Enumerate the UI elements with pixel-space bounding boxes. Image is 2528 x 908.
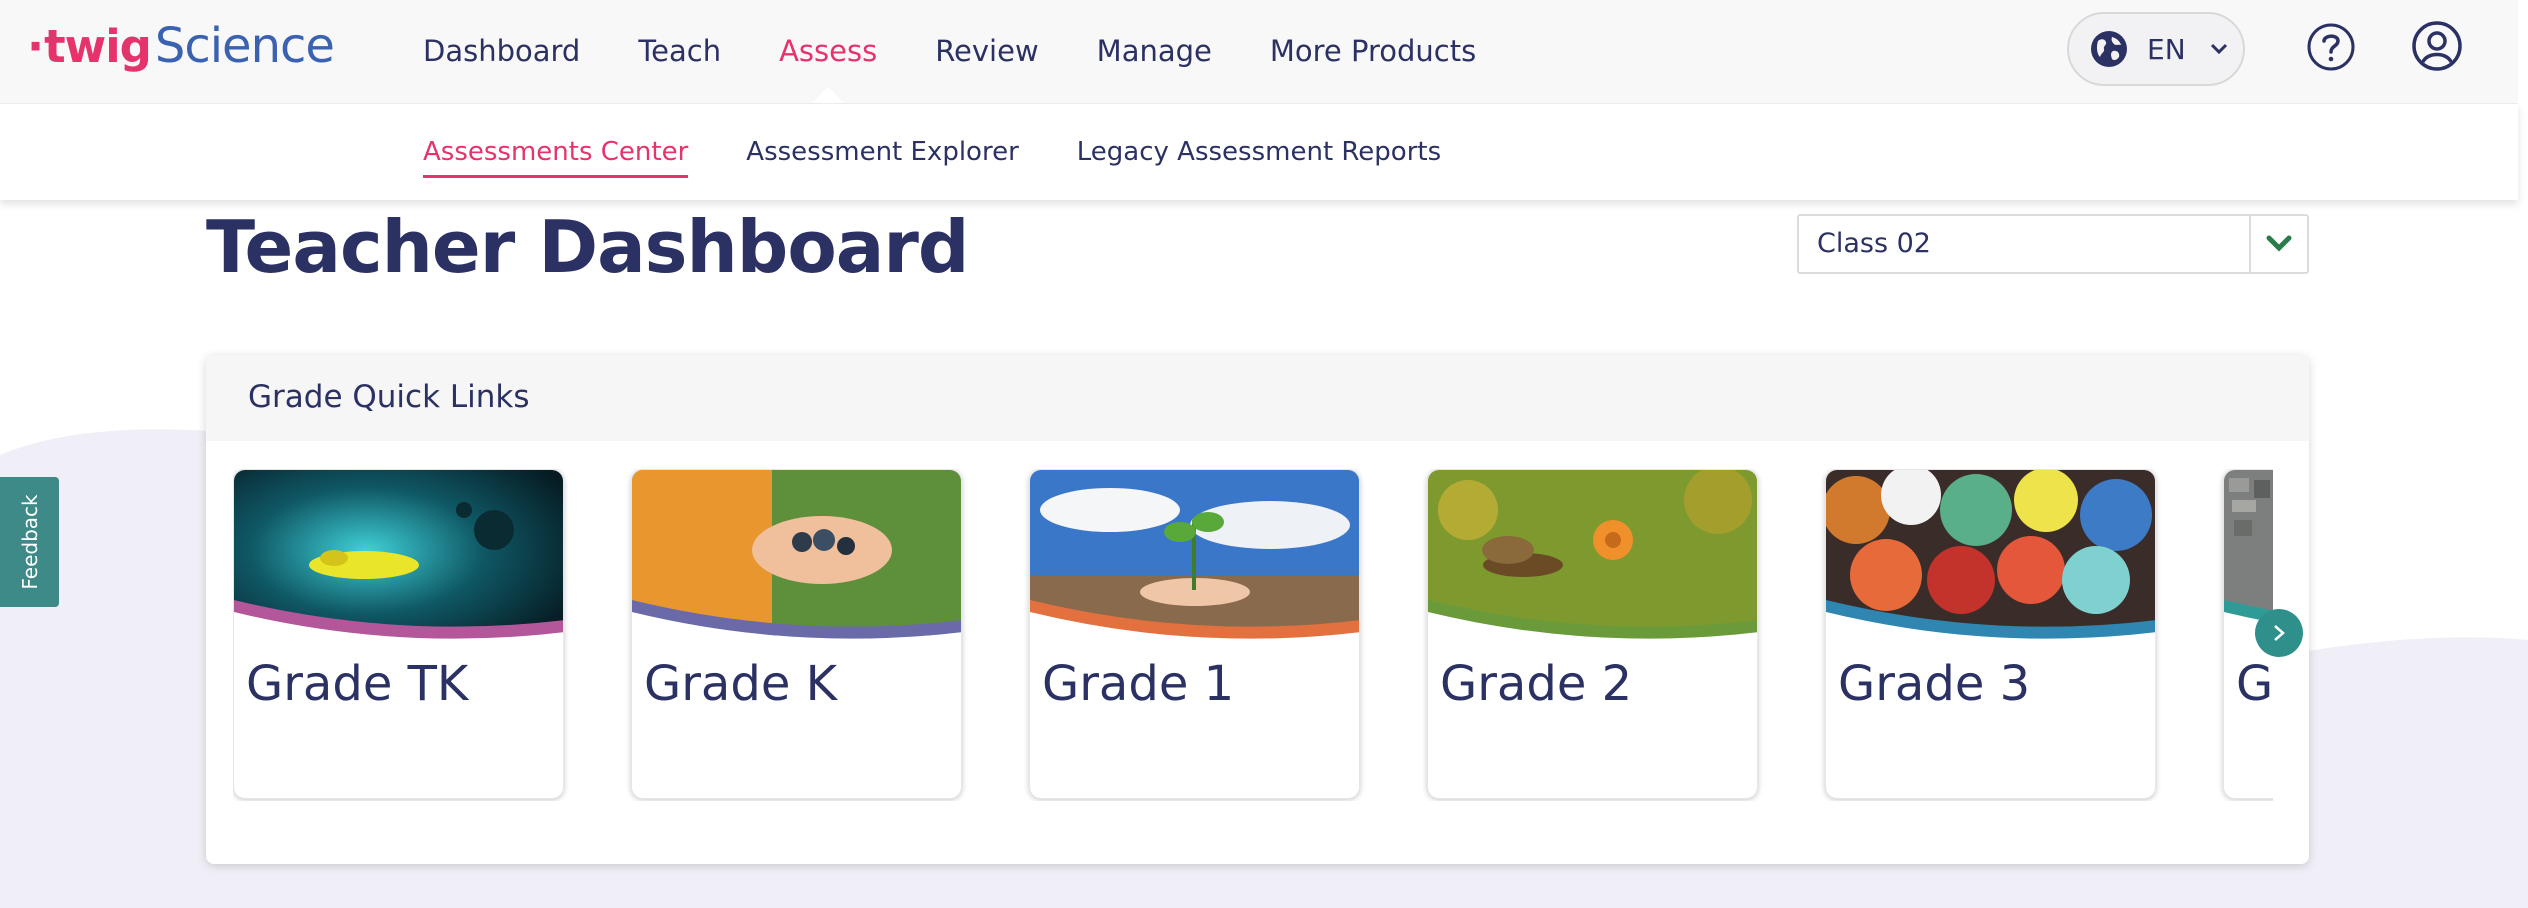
grade-card-label: Grade K [644, 656, 838, 712]
feedback-label: Feedback [17, 494, 42, 590]
main-nav: Dashboard Teach Assess Review Manage Mor… [423, 0, 1534, 103]
chevron-down-icon [2210, 43, 2227, 55]
underwater-sub-image [234, 470, 563, 650]
nav-review[interactable]: Review [935, 0, 1038, 103]
grade-card-label: Grade 1 [1042, 656, 1235, 712]
seedling-in-hands-image [1030, 470, 1359, 650]
grade-card-label: Grade 4 [2236, 656, 2273, 712]
grade-card-label: Grade TK [246, 656, 469, 712]
help-icon[interactable] [2306, 22, 2356, 72]
language-code: EN [2147, 32, 2186, 66]
grade-card-1[interactable]: Grade 1 [1029, 469, 1360, 799]
moth-on-flower-image [1428, 470, 1757, 650]
feedback-tab[interactable]: Feedback [0, 477, 59, 607]
globe-icon [2091, 31, 2127, 67]
grade-card-3[interactable]: Grade 3 [1825, 469, 2156, 799]
top-navigation-bar: · twig Science Dashboard Teach Assess Re… [0, 0, 2518, 104]
tab-assessments-center[interactable]: Assessments Center [423, 104, 689, 200]
panel-title: Grade Quick Links [248, 379, 530, 415]
language-selector[interactable]: EN [2067, 12, 2245, 86]
hands-with-marbles-image [632, 470, 961, 650]
chevron-down-icon [2266, 235, 2292, 252]
logo-science-text: Science [154, 18, 335, 74]
page-title: Teacher Dashboard [206, 205, 969, 289]
sports-balls-image [1826, 470, 2155, 650]
nav-manage[interactable]: Manage [1097, 0, 1212, 103]
carousel-next-button[interactable] [2255, 609, 2303, 657]
tab-legacy-assessment-reports[interactable]: Legacy Assessment Reports [1077, 104, 1441, 200]
assess-subnav: Assessments Center Assessment Explorer L… [423, 104, 1499, 200]
grade-cards-carousel: Grade TK Grade K Grade 1 Grade 2 Grade 3… [233, 469, 2273, 801]
tab-assessment-explorer[interactable]: Assessment Explorer [746, 104, 1018, 200]
grade-card-k[interactable]: Grade K [631, 469, 962, 799]
twig-science-logo[interactable]: · twig Science [27, 18, 335, 78]
class-dropdown-toggle[interactable] [2249, 216, 2307, 272]
grade-card-tk[interactable]: Grade TK [233, 469, 564, 799]
grade-card-label: Grade 3 [1838, 656, 2031, 712]
nav-assess[interactable]: Assess [779, 0, 877, 103]
sub-navigation-bar: Assessments Center Assessment Explorer L… [0, 104, 2518, 200]
class-dropdown[interactable]: Class 02 [1797, 214, 2309, 274]
nav-dashboard[interactable]: Dashboard [423, 0, 580, 103]
class-dropdown-value: Class 02 [1817, 228, 1931, 259]
nav-teach[interactable]: Teach [638, 0, 721, 103]
grade-card-2[interactable]: Grade 2 [1427, 469, 1758, 799]
user-account-icon[interactable] [2411, 20, 2463, 72]
panel-header: Grade Quick Links [206, 355, 2309, 441]
grade-quick-links-panel: Grade Quick Links Grade TK Grade K Grade… [206, 355, 2309, 864]
chevron-right-icon [2274, 625, 2285, 641]
grade-card-label: Grade 2 [1440, 656, 1633, 712]
nav-more-products[interactable]: More Products [1270, 0, 1476, 103]
logo-twig-text: twig [44, 20, 152, 73]
